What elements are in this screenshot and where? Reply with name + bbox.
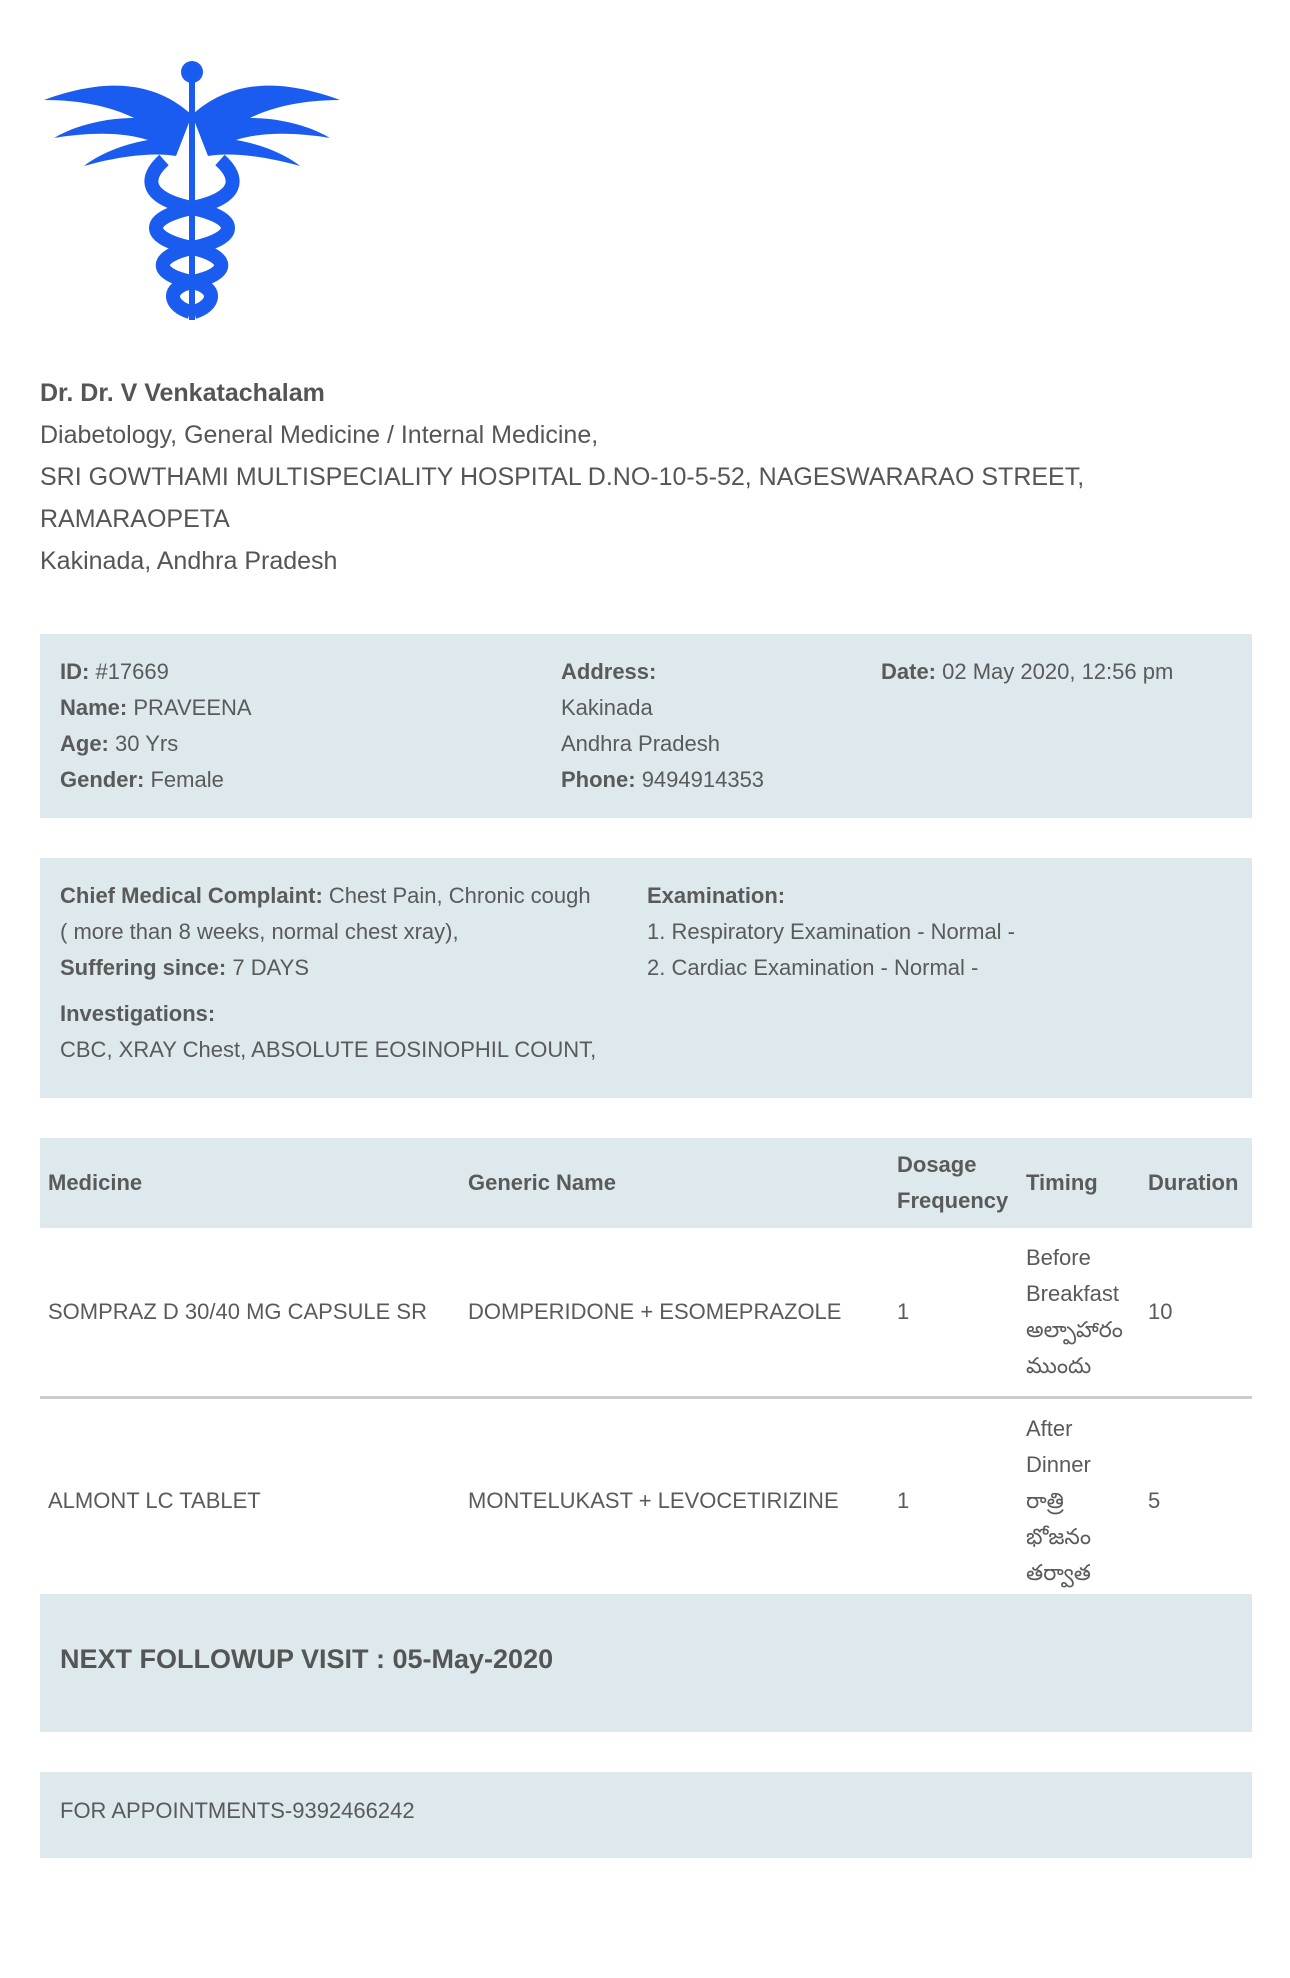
patient-id-label: ID: (60, 659, 90, 684)
medicines-table: Medicine Generic Name Dosage Frequency Ti… (40, 1138, 1252, 1606)
patient-name: PRAVEENA (133, 695, 252, 720)
timing-line: Dinner (1026, 1452, 1091, 1477)
patient-id-row: ID: #17669 (60, 654, 252, 690)
patient-address-line1: Kakinada (561, 695, 653, 720)
timing: After Dinner రాత్రి భోజనం తర్వాత (1018, 1397, 1140, 1606)
suffering-value: 7 DAYS (232, 955, 309, 980)
caduceus-logo (44, 60, 340, 320)
generic-name: DOMPERIDONE + ESOMEPRAZOLE (460, 1228, 889, 1399)
investigations-text: CBC, XRAY Chest, ABSOLUTE EOSINOPHIL COU… (60, 1037, 597, 1062)
header-generic-name: Generic Name (460, 1138, 889, 1228)
timing-line: భోజనం (1026, 1524, 1092, 1549)
examination-section: Examination: 1. Respiratory Examination … (647, 878, 1015, 986)
clinical-panel: Chief Medical Complaint: Chest Pain, Chr… (40, 858, 1252, 1098)
examination-label: Examination: (647, 883, 786, 908)
patient-address-line2: Andhra Pradesh (561, 731, 720, 756)
duration: 5 (1140, 1397, 1252, 1606)
table-row: SOMPRAZ D 30/40 MG CAPSULE SR DOMPERIDON… (40, 1228, 1252, 1399)
hospital-address-line1: SRI GOWTHAMI MULTISPECIALITY HOSPITAL D.… (40, 463, 1085, 491)
patient-identity: ID: #17669 Name: PRAVEENA Age: 30 Yrs Ge… (60, 654, 252, 798)
timing-line: ముందు (1026, 1353, 1092, 1378)
dosage-frequency: 1 (889, 1397, 1018, 1606)
dosage-frequency: 1 (889, 1228, 1018, 1399)
table-row: ALMONT LC TABLET MONTELUKAST + LEVOCETIR… (40, 1397, 1252, 1606)
hospital-address-line2: RAMARAOPETA (40, 505, 230, 533)
doctor-info: Dr. Dr. V Venkatachalam Diabetology, Gen… (40, 372, 1240, 582)
patient-gender-label: Gender: (60, 767, 145, 792)
patient-age-row: Age: 30 Yrs (60, 726, 252, 762)
visit-date: 02 May 2020, 12:56 pm (942, 659, 1174, 684)
suffering-row: Suffering since: 7 DAYS (60, 950, 600, 986)
medicine-name: ALMONT LC TABLET (40, 1397, 460, 1606)
patient-age-label: Age: (60, 731, 109, 756)
timing-line: తర్వాత (1026, 1560, 1091, 1585)
header-timing: Timing (1018, 1138, 1140, 1228)
examination-item: 1. Respiratory Examination - Normal - (647, 919, 1016, 944)
patient-phone-row: Phone: 9494914353 (561, 762, 764, 798)
appointments-panel: FOR APPOINTMENTS-9392466242 (40, 1772, 1252, 1858)
doctor-city: Kakinada, Andhra Pradesh (40, 547, 338, 575)
medicine-name: SOMPRAZ D 30/40 MG CAPSULE SR (40, 1228, 460, 1399)
visit-date-row: Date: 02 May 2020, 12:56 pm (881, 654, 1173, 690)
patient-gender: Female (150, 767, 224, 792)
timing-line: Breakfast (1026, 1281, 1119, 1306)
timing-line: అల్పాహారం (1026, 1317, 1123, 1342)
duration: 10 (1140, 1228, 1252, 1399)
header-dosage-frequency: Dosage Frequency (889, 1138, 1018, 1228)
header-dosage-line2: Frequency (897, 1188, 1009, 1213)
complaint-section: Chief Medical Complaint: Chest Pain, Chr… (60, 878, 600, 1068)
patient-gender-row: Gender: Female (60, 762, 252, 798)
header-duration: Duration (1140, 1138, 1252, 1228)
patient-name-label: Name: (60, 695, 128, 720)
generic-name: MONTELUKAST + LEVOCETIRIZINE (460, 1397, 889, 1606)
followup-panel: NEXT FOLLOWUP VISIT : 05-May-2020 (40, 1594, 1252, 1732)
timing-line: After (1026, 1416, 1073, 1441)
caduceus-icon (44, 61, 340, 320)
patient-phone-label: Phone: (561, 767, 636, 792)
header-dosage-line1: Dosage (897, 1152, 977, 1177)
suffering-label: Suffering since: (60, 955, 227, 980)
patient-age: 30 Yrs (115, 731, 179, 756)
complaint-row: Chief Medical Complaint: Chest Pain, Chr… (60, 878, 600, 950)
examination-item: 2. Cardiac Examination - Normal - (647, 955, 979, 980)
table-header-row: Medicine Generic Name Dosage Frequency Ti… (40, 1138, 1252, 1228)
timing: Before Breakfast అల్పాహారం ముందు (1018, 1228, 1140, 1399)
patient-id: #17669 (95, 659, 169, 684)
doctor-specialty: Diabetology, General Medicine / Internal… (40, 421, 599, 449)
patient-name-row: Name: PRAVEENA (60, 690, 252, 726)
timing-line: రాత్రి (1026, 1488, 1064, 1513)
patient-info-panel: ID: #17669 Name: PRAVEENA Age: 30 Yrs Ge… (40, 634, 1252, 818)
complaint-label: Chief Medical Complaint: (60, 883, 323, 908)
investigations-label: Investigations: (60, 1001, 216, 1026)
visit-date-label: Date: (881, 659, 937, 684)
doctor-name: Dr. Dr. V Venkatachalam (40, 379, 325, 407)
patient-address-label: Address: (561, 659, 657, 684)
patient-phone: 9494914353 (641, 767, 765, 792)
patient-contact: Address: Kakinada Andhra Pradesh Phone: … (561, 654, 764, 798)
followup-text: NEXT FOLLOWUP VISIT : 05-May-2020 (60, 1644, 554, 1674)
appointments-text: FOR APPOINTMENTS-9392466242 (60, 1798, 415, 1823)
timing-line: Before (1026, 1245, 1091, 1270)
header-medicine: Medicine (40, 1138, 460, 1228)
